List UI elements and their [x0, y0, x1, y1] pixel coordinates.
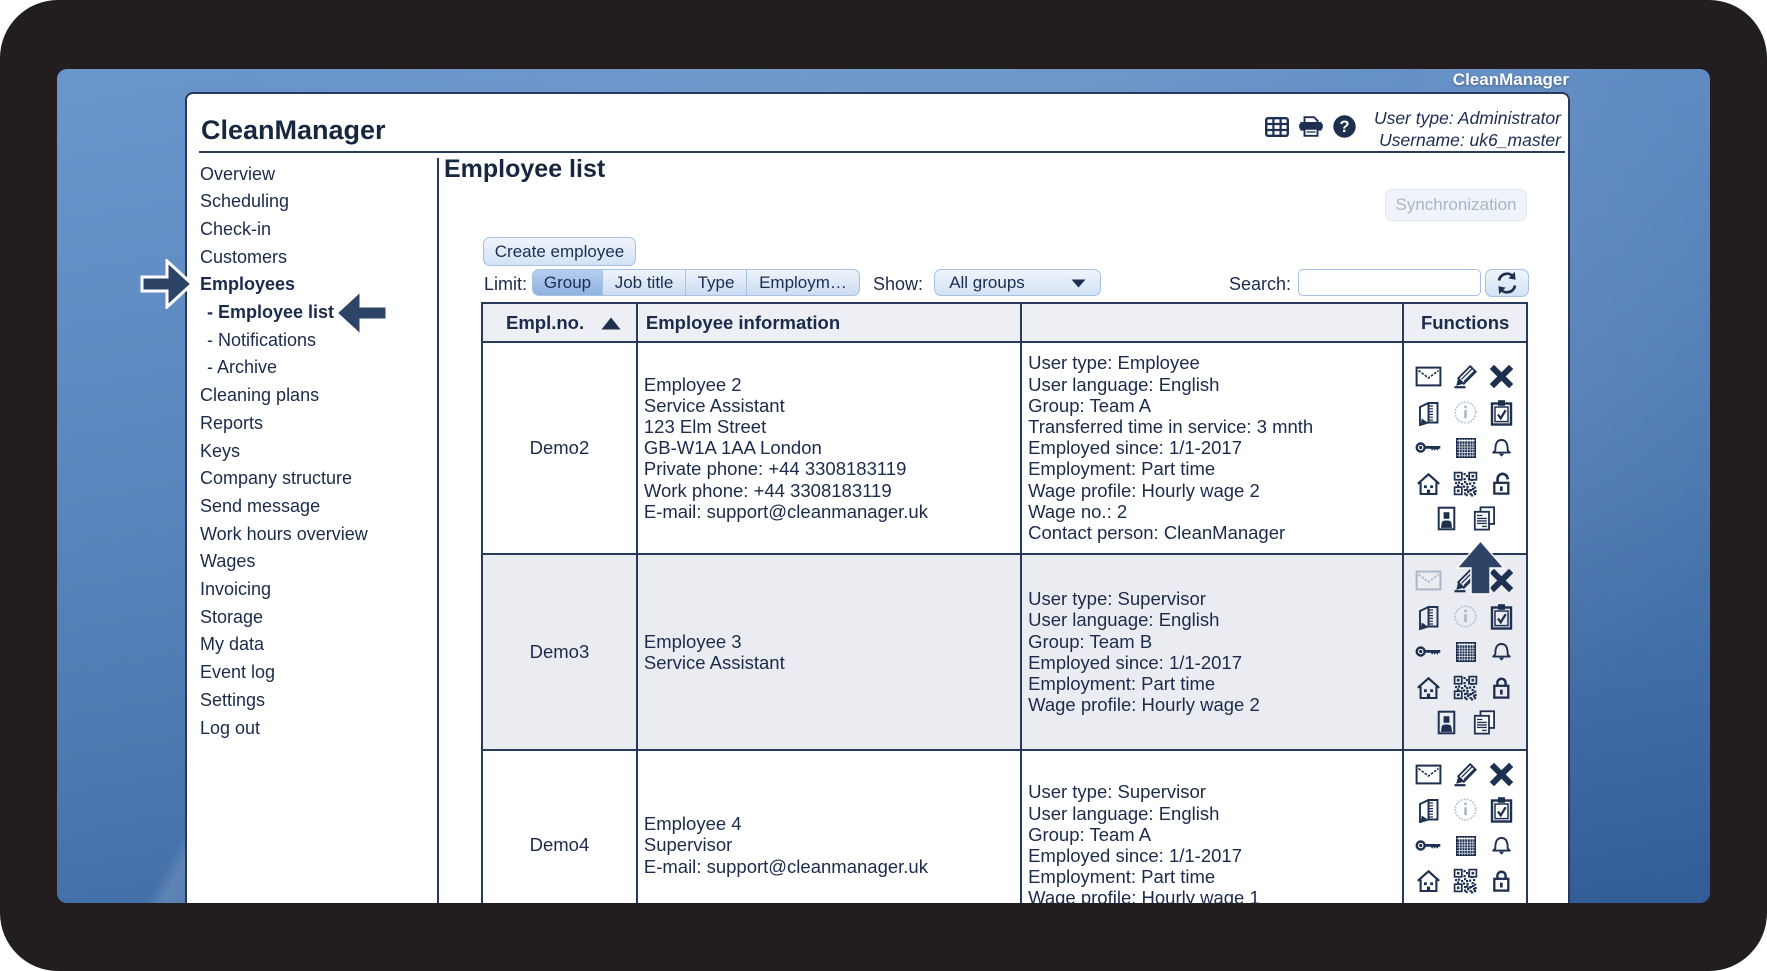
svg-text:?: ? [1339, 118, 1349, 136]
